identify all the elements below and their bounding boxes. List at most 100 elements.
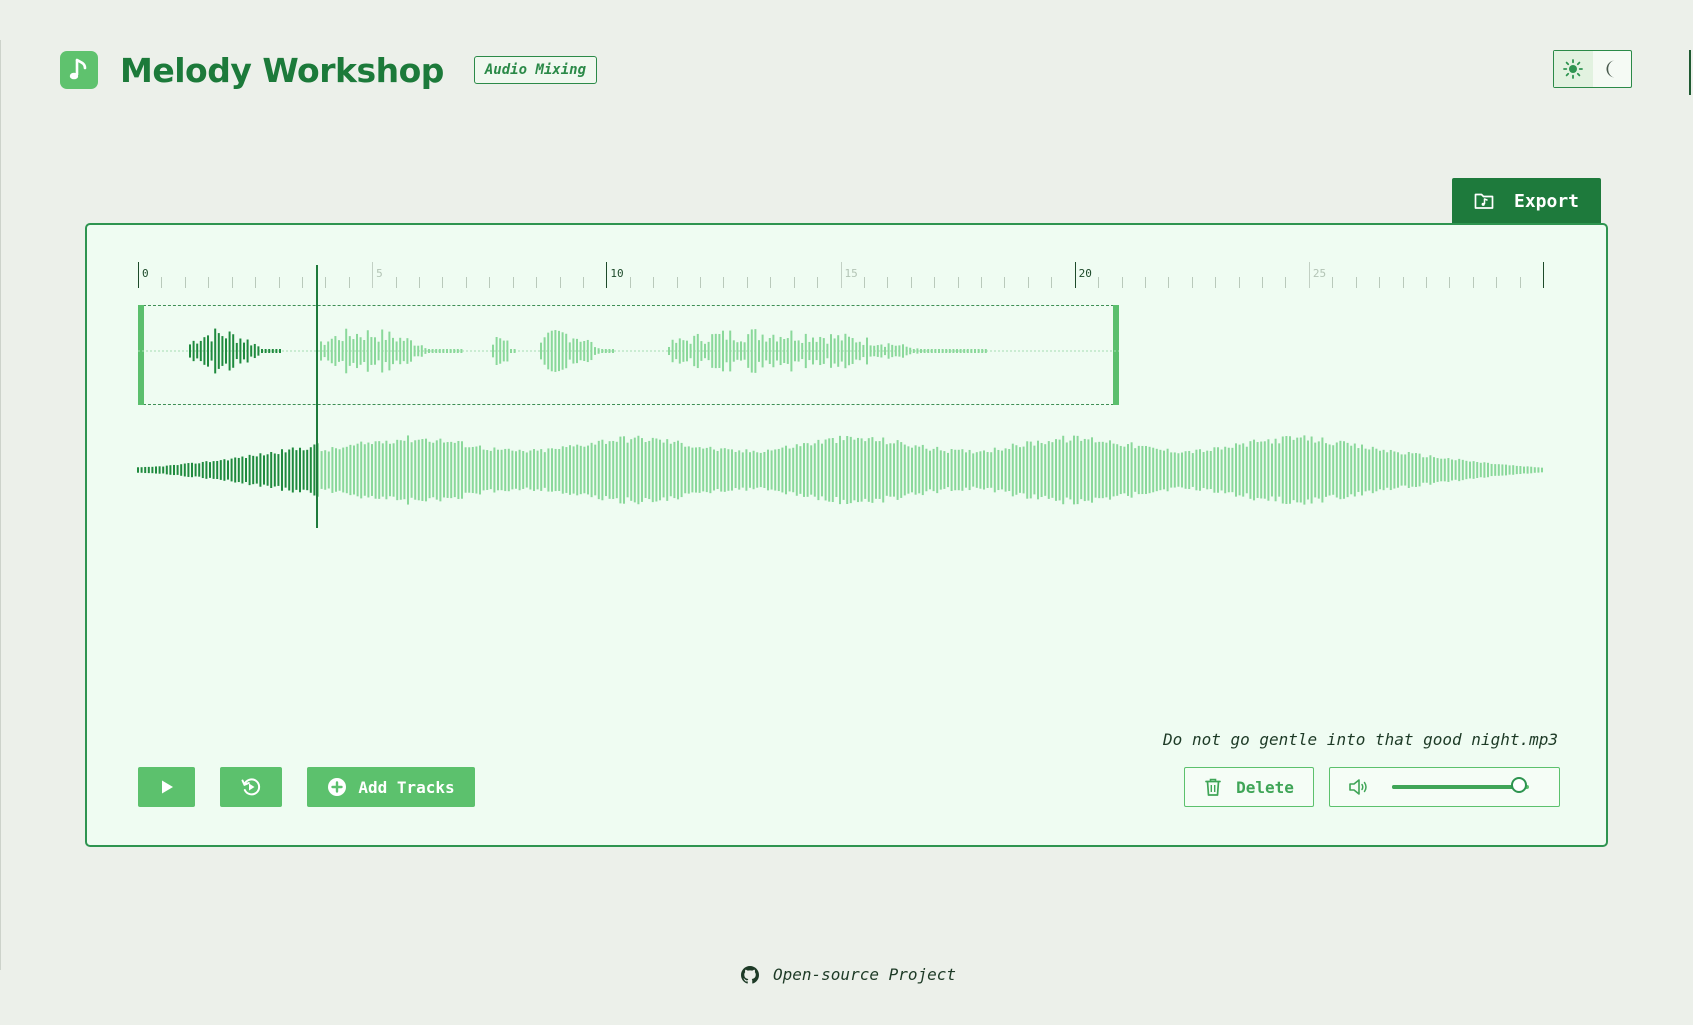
ruler-tick bbox=[1308, 262, 1310, 288]
ruler-tick bbox=[653, 277, 655, 288]
ruler-tick bbox=[676, 277, 678, 288]
light-theme-option[interactable] bbox=[1554, 51, 1593, 87]
track-waveform[interactable] bbox=[137, 433, 1543, 507]
ruler-tick bbox=[887, 277, 889, 288]
ruler-tick bbox=[536, 277, 538, 288]
ruler-tick bbox=[1121, 277, 1123, 288]
ruler-tick bbox=[1051, 277, 1053, 288]
ruler-tick bbox=[934, 277, 936, 288]
moon-icon bbox=[1606, 60, 1615, 78]
footer-text[interactable]: Open-source Project bbox=[773, 965, 956, 984]
github-icon[interactable] bbox=[741, 965, 759, 984]
ruler-tick bbox=[161, 277, 163, 288]
page-edge bbox=[0, 40, 1, 970]
ruler-tick bbox=[1215, 277, 1217, 288]
ruler-tick bbox=[395, 277, 397, 288]
volume-control[interactable] bbox=[1329, 767, 1560, 807]
ruler-tick bbox=[138, 262, 139, 288]
music-note-icon[interactable] bbox=[60, 51, 98, 89]
track-filename: Do not go gentle into that good night.mp… bbox=[1163, 730, 1558, 749]
ruler-tick bbox=[793, 277, 795, 288]
ruler-tick bbox=[817, 277, 819, 288]
play-button[interactable] bbox=[138, 767, 195, 807]
ruler-tick bbox=[1519, 277, 1521, 288]
ruler-tick bbox=[512, 277, 514, 288]
ruler-tick bbox=[208, 277, 210, 288]
ruler-tick bbox=[1262, 277, 1263, 288]
ruler-tick bbox=[348, 277, 350, 288]
plus-circle-icon bbox=[328, 778, 347, 796]
ruler-tick bbox=[419, 277, 420, 288]
ruler-tick bbox=[465, 277, 467, 288]
dark-theme-option[interactable] bbox=[1593, 51, 1632, 87]
ruler-tick bbox=[1168, 277, 1170, 288]
ruler-tick bbox=[489, 277, 491, 288]
ruler-label: 0 bbox=[142, 267, 149, 280]
play-icon bbox=[161, 780, 173, 794]
theme-toggle[interactable] bbox=[1553, 50, 1632, 88]
replay-icon bbox=[241, 778, 261, 796]
ruler-tick bbox=[1238, 277, 1240, 288]
page-footer: Open-source Project bbox=[741, 965, 956, 984]
restart-button[interactable] bbox=[220, 767, 282, 807]
ruler-tick bbox=[1098, 277, 1100, 288]
ruler-tick bbox=[1402, 277, 1404, 288]
ruler-tick bbox=[255, 277, 257, 288]
ruler-tick bbox=[606, 262, 608, 288]
ruler-tick bbox=[301, 277, 303, 288]
ruler-tick bbox=[582, 277, 584, 288]
ruler-tick bbox=[1543, 262, 1544, 288]
ruler-label: 25 bbox=[1312, 267, 1327, 280]
volume-slider-track[interactable] bbox=[1392, 777, 1529, 793]
ruler-tick bbox=[723, 277, 725, 288]
delete-button[interactable]: Delete bbox=[1184, 767, 1314, 807]
ruler-label: 10 bbox=[610, 267, 624, 280]
ruler-tick bbox=[1425, 277, 1427, 288]
ruler-tick bbox=[1332, 277, 1334, 288]
ruler-tick bbox=[981, 277, 982, 288]
ruler-tick bbox=[700, 277, 701, 288]
ruler-tick bbox=[231, 277, 233, 288]
ruler-tick bbox=[863, 277, 865, 288]
volume-icon bbox=[1349, 779, 1367, 795]
ruler-tick bbox=[278, 277, 280, 288]
ruler-tick bbox=[1496, 277, 1498, 288]
ruler-tick bbox=[770, 277, 772, 288]
ruler-tick bbox=[746, 277, 748, 288]
ruler-label: 20 bbox=[1078, 267, 1092, 280]
ruler-label: 15 bbox=[844, 267, 858, 280]
ruler-tick bbox=[184, 277, 186, 288]
editor-panel: 0 5 10 15 20 25 Do not go gentle into that go… bbox=[85, 223, 1608, 847]
app-title: Melody Workshop bbox=[120, 50, 444, 90]
ruler-tick bbox=[1004, 277, 1006, 288]
ruler-tick bbox=[1191, 277, 1193, 288]
ruler-tick bbox=[910, 277, 912, 288]
ruler-tick bbox=[840, 262, 842, 288]
export-button[interactable]: Export bbox=[1452, 178, 1601, 224]
volume-slider-thumb[interactable] bbox=[1511, 777, 1528, 793]
ruler-tick bbox=[1379, 277, 1381, 288]
ruler-tick bbox=[559, 277, 561, 288]
ruler-tick bbox=[957, 277, 959, 288]
timeline-ruler[interactable]: 0 5 10 15 20 25 bbox=[138, 262, 1544, 288]
ruler-tick bbox=[1472, 277, 1474, 288]
ruler-tick bbox=[1074, 262, 1076, 288]
delete-label: Delete bbox=[1236, 777, 1294, 797]
ruler-label: 5 bbox=[376, 267, 383, 280]
playhead-cursor[interactable] bbox=[315, 265, 318, 528]
sun-icon bbox=[1563, 59, 1584, 79]
folder-music-icon bbox=[1474, 193, 1494, 209]
ruler-tick bbox=[1355, 277, 1357, 288]
ruler-tick bbox=[1027, 277, 1029, 288]
ruler-tick bbox=[372, 262, 374, 288]
app-header: Melody Workshop Audio Mixing bbox=[60, 50, 598, 90]
ruler-tick bbox=[1449, 277, 1451, 288]
ruler-tick bbox=[629, 277, 631, 288]
scrollbar-edge bbox=[1689, 50, 1691, 95]
volume-slider-fill bbox=[1392, 785, 1520, 789]
ruler-tick bbox=[325, 277, 327, 288]
add-tracks-button[interactable]: Add Tracks bbox=[307, 767, 475, 807]
ruler-tick bbox=[1285, 277, 1287, 288]
ruler-tick bbox=[442, 277, 444, 288]
clip-waveform bbox=[138, 328, 1119, 374]
